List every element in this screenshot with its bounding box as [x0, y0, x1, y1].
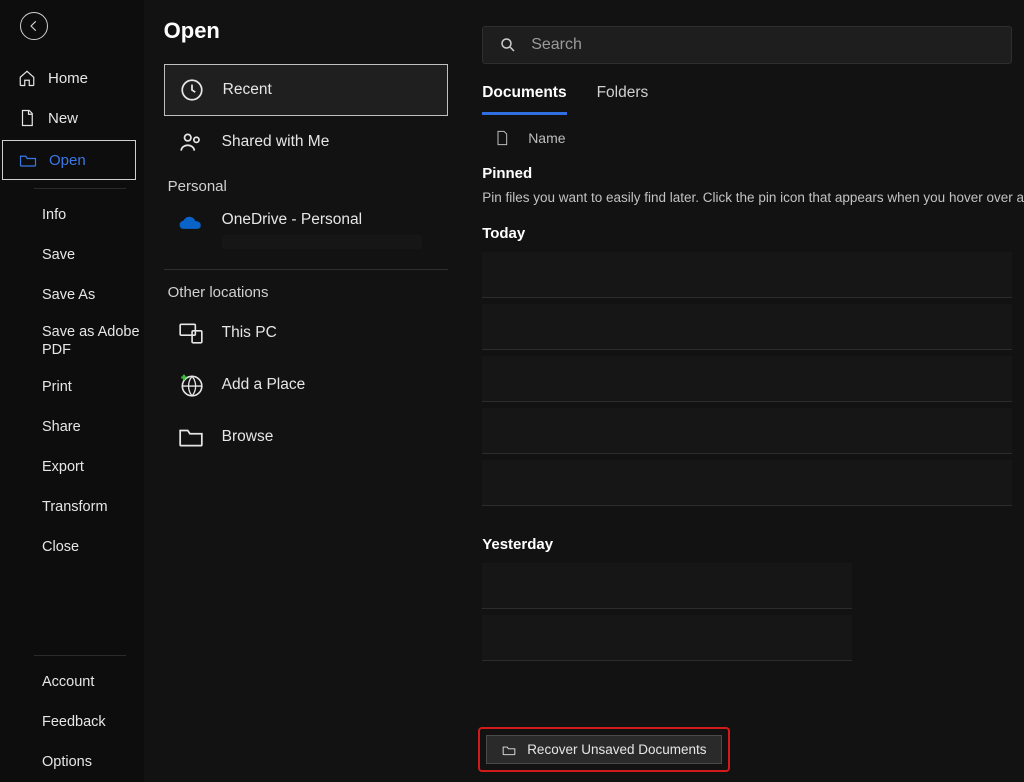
location-browse[interactable]: Browse [164, 411, 449, 463]
search-placeholder: Search [531, 36, 582, 54]
nav-transform[interactable]: Transform [0, 487, 144, 527]
nav-info[interactable]: Info [0, 195, 144, 235]
this-pc-icon [178, 320, 204, 346]
nav-home-label: Home [48, 70, 88, 87]
nav-save-adobe-pdf[interactable]: Save as Adobe PDF [0, 315, 144, 367]
nav-share[interactable]: Share [0, 407, 144, 447]
clock-icon [179, 77, 205, 103]
folder-open-icon [501, 743, 517, 757]
column-header-row: Name [470, 115, 1024, 157]
nav-new[interactable]: New [0, 98, 144, 138]
nav-account[interactable]: Account [0, 662, 144, 702]
group-pinned-label: Pinned [470, 157, 1024, 186]
document-icon [494, 129, 510, 147]
page-title: Open [164, 18, 449, 44]
file-row[interactable] [482, 460, 1012, 506]
backstage-nav: Home New Open Info Save Save As Save as … [0, 0, 144, 782]
file-row[interactable] [482, 615, 852, 661]
nav-open[interactable]: Open [2, 140, 136, 180]
location-recent[interactable]: Recent [164, 64, 449, 116]
folder-open-icon [19, 151, 37, 169]
add-place-icon [178, 372, 204, 398]
location-add-place[interactable]: Add a Place [164, 359, 449, 411]
group-today-label: Today [470, 217, 1024, 246]
file-row[interactable] [482, 563, 852, 609]
locations-other-header: Other locations [164, 274, 449, 307]
recover-unsaved-label: Recover Unsaved Documents [527, 742, 706, 757]
location-this-pc[interactable]: This PC [164, 307, 449, 359]
nav-open-label: Open [49, 152, 86, 169]
location-recent-label: Recent [223, 81, 272, 99]
nav-separator [34, 188, 126, 189]
nav-print[interactable]: Print [0, 367, 144, 407]
file-row[interactable] [482, 304, 1012, 350]
nav-close[interactable]: Close [0, 527, 144, 567]
nav-home[interactable]: Home [0, 58, 144, 98]
search-input[interactable]: Search [482, 26, 1012, 64]
document-icon [18, 109, 36, 127]
arrow-left-icon [27, 19, 41, 33]
location-this-pc-label: This PC [222, 324, 277, 342]
recover-unsaved-button[interactable]: Recover Unsaved Documents [486, 735, 721, 764]
group-pinned-hint: Pin files you want to easily find later.… [470, 186, 1024, 217]
location-onedrive-label: OneDrive - Personal [222, 211, 422, 229]
location-shared-with-me[interactable]: Shared with Me [164, 116, 449, 168]
locations-personal-header: Personal [164, 168, 449, 201]
nav-save[interactable]: Save [0, 235, 144, 275]
onedrive-account-placeholder [222, 235, 422, 249]
tab-documents[interactable]: Documents [482, 78, 566, 115]
people-icon [178, 129, 204, 155]
nav-export[interactable]: Export [0, 447, 144, 487]
open-files-panel: Search Documents Folders Name Pinned Pin… [470, 0, 1024, 782]
onedrive-icon [178, 211, 204, 237]
group-yesterday-label: Yesterday [470, 528, 1024, 557]
open-locations-panel: Open Recent Shared with Me Personal OneD… [144, 0, 471, 782]
folder-icon [178, 424, 204, 450]
recover-highlight: Recover Unsaved Documents [478, 727, 729, 772]
location-onedrive[interactable]: OneDrive - Personal [164, 201, 449, 265]
file-row[interactable] [482, 252, 1012, 298]
nav-feedback[interactable]: Feedback [0, 702, 144, 742]
location-browse-label: Browse [222, 428, 274, 446]
back-button[interactable] [20, 12, 48, 40]
locations-separator [164, 269, 449, 270]
file-row[interactable] [482, 408, 1012, 454]
home-icon [18, 69, 36, 87]
search-icon [499, 36, 517, 54]
location-shared-label: Shared with Me [222, 133, 330, 151]
column-header-name[interactable]: Name [528, 130, 565, 146]
nav-separator-bottom [34, 655, 126, 656]
tab-folders[interactable]: Folders [597, 78, 649, 115]
nav-saveas[interactable]: Save As [0, 275, 144, 315]
location-add-place-label: Add a Place [222, 376, 306, 394]
file-row[interactable] [482, 356, 1012, 402]
file-folder-tabs: Documents Folders [470, 78, 1024, 115]
nav-options[interactable]: Options [0, 742, 144, 782]
nav-new-label: New [48, 110, 78, 127]
